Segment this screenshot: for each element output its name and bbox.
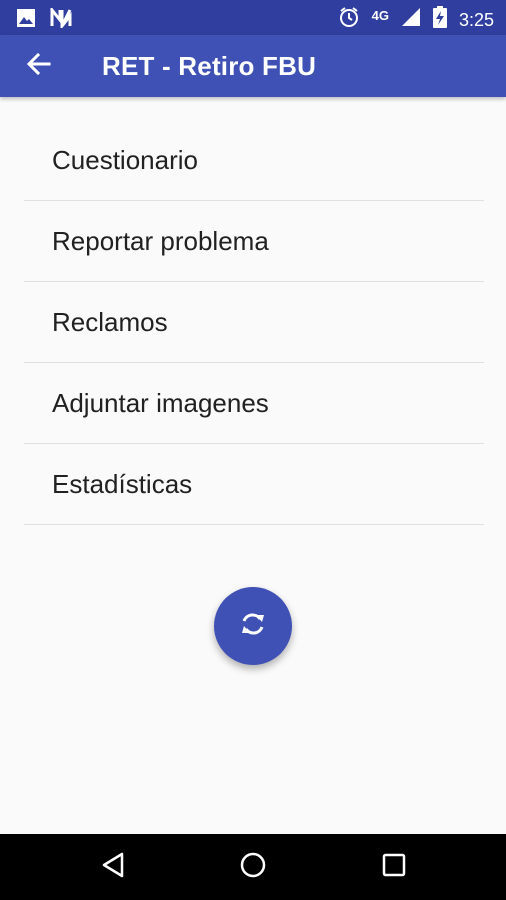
image-icon <box>16 8 36 33</box>
back-triangle-icon <box>100 851 126 884</box>
status-bar: 4G 3:25 <box>0 0 506 35</box>
menu-item-label: Estadísticas <box>52 468 193 499</box>
menu-item-label: Adjuntar imagenes <box>52 387 269 418</box>
menu-item-estadisticas[interactable]: Estadísticas <box>24 444 484 525</box>
status-time: 3:25 <box>458 9 494 30</box>
system-nav-bar <box>0 834 506 900</box>
menu-item-cuestionario[interactable]: Cuestionario <box>24 120 484 201</box>
n-icon <box>50 5 72 33</box>
menu-item-reclamos[interactable]: Reclamos <box>24 282 484 363</box>
menu-item-label: Cuestionario <box>52 144 198 175</box>
nav-back-button[interactable] <box>95 849 131 885</box>
status-left-icons <box>16 5 72 33</box>
menu-item-adjuntar-imagenes[interactable]: Adjuntar imagenes <box>24 363 484 444</box>
recents-square-icon <box>381 852 407 883</box>
menu-list: Cuestionario Reportar problema Reclamos … <box>24 120 484 525</box>
nav-home-button[interactable] <box>235 849 271 885</box>
nav-recents-button[interactable] <box>376 849 412 885</box>
home-circle-icon <box>239 851 267 884</box>
alarm-icon <box>338 6 360 33</box>
app-bar: RET - Retiro FBU <box>0 35 506 97</box>
status-right-icons: 4G 3:25 <box>338 6 494 33</box>
network-type: 4G <box>371 7 389 23</box>
menu-item-label: Reclamos <box>52 306 168 337</box>
sync-icon <box>238 609 268 644</box>
arrow-back-icon <box>26 51 52 82</box>
signal-icon <box>401 7 421 32</box>
menu-item-label: Reportar problema <box>52 225 269 256</box>
sync-fab-button[interactable] <box>214 587 292 665</box>
battery-charging-icon <box>432 6 447 33</box>
menu-item-reportar-problema[interactable]: Reportar problema <box>24 201 484 282</box>
back-button[interactable] <box>22 50 56 82</box>
page-title: RET - Retiro FBU <box>102 51 317 81</box>
